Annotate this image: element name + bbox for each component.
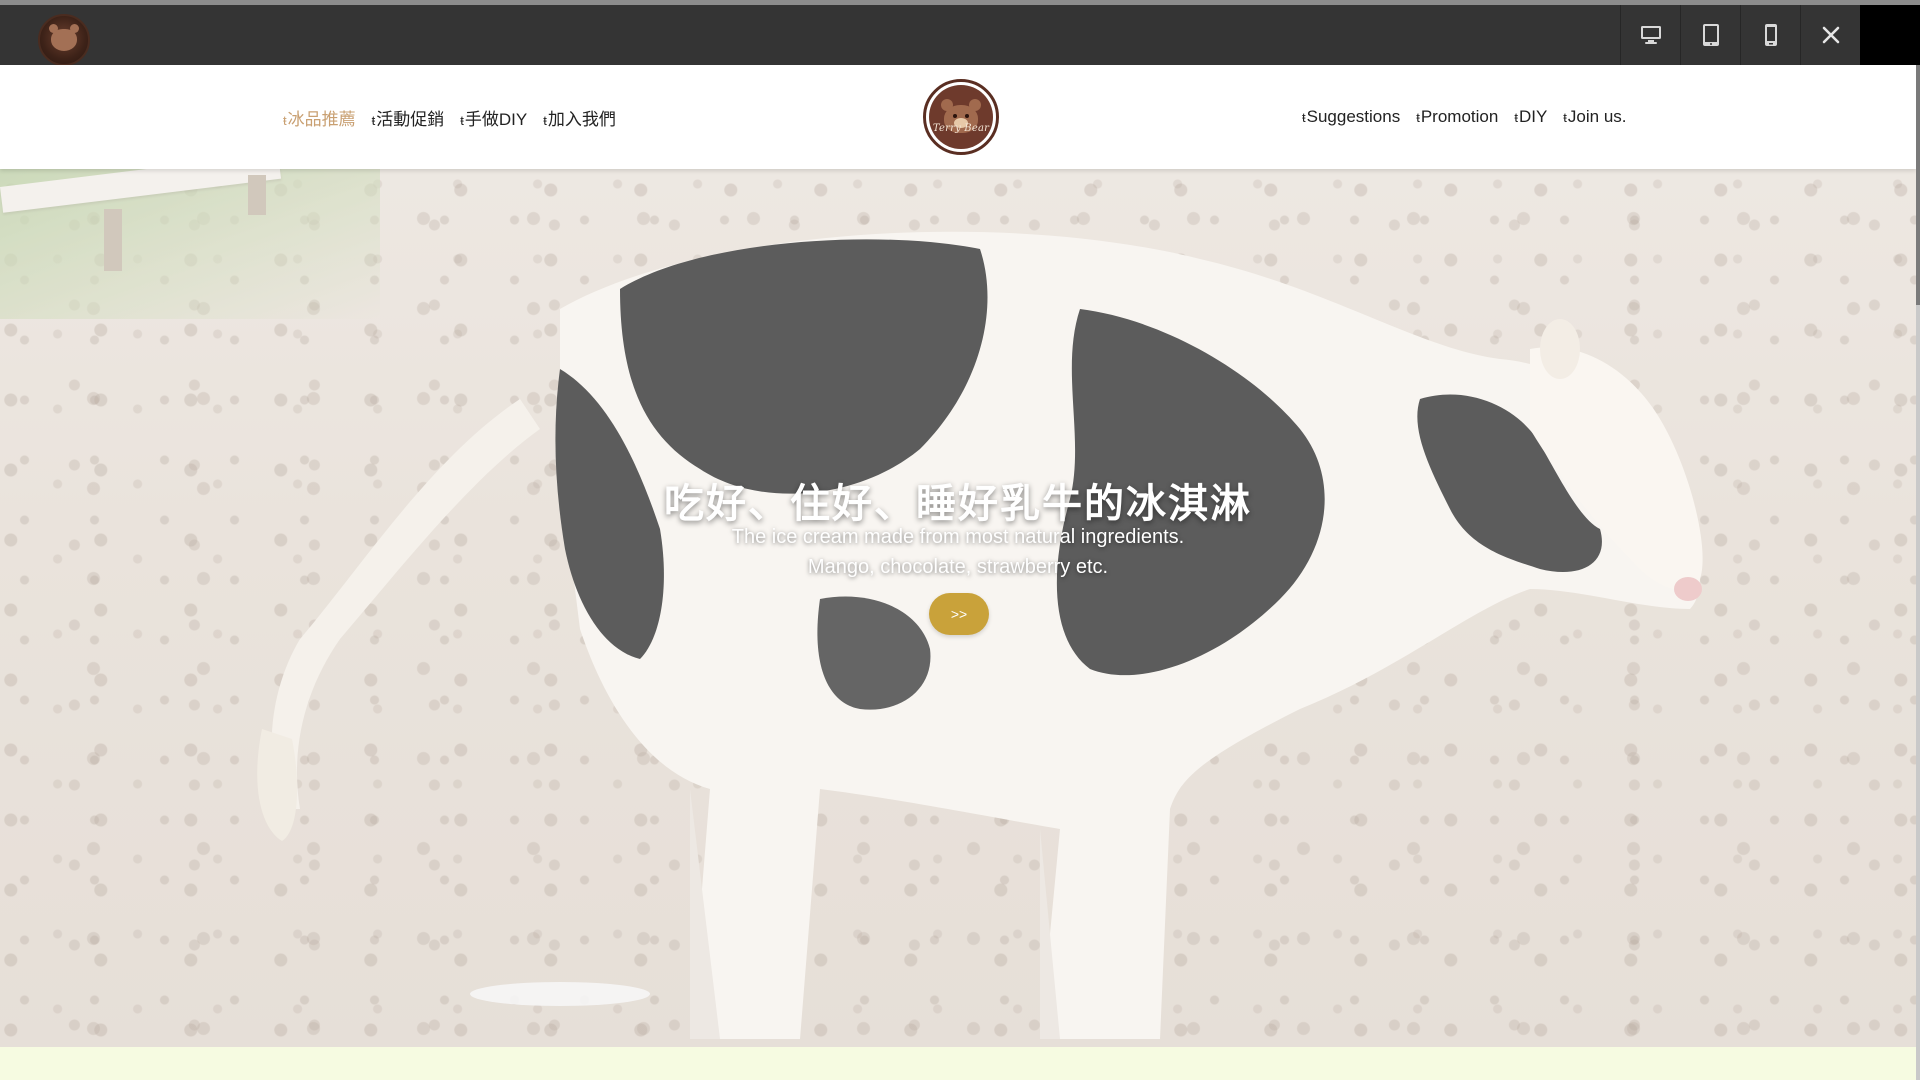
nav-link-promotion[interactable]: ŧPromotion — [1416, 107, 1498, 127]
nav-link-diy-zh[interactable]: ŧ手做DIY — [460, 105, 527, 130]
close-icon — [1822, 26, 1839, 44]
nav-link-suggestions[interactable]: ŧSuggestions — [1302, 107, 1400, 127]
mobile-view-button[interactable] — [1740, 5, 1800, 65]
page-scrollbar[interactable] — [1916, 65, 1920, 1080]
site-logo[interactable]: Terry Bear — [923, 79, 999, 155]
nav-link-join-zh[interactable]: ŧ加入我們 — [543, 105, 616, 130]
nav-link-join[interactable]: ŧJoin us. — [1563, 107, 1626, 127]
device-switcher — [1620, 5, 1860, 65]
next-section-band — [0, 1047, 1916, 1080]
nav-left: ŧ冰品推薦 ŧ活動促銷 ŧ手做DIY ŧ加入我們 — [283, 65, 616, 169]
terry-bear-logo-icon[interactable] — [38, 14, 90, 66]
phone-icon — [1764, 24, 1777, 46]
nav-link-promotion-zh[interactable]: ŧ活動促銷 — [372, 105, 445, 130]
toolbar-corner — [1860, 5, 1920, 65]
hero-title: 吃好、住好、睡好乳牛的冰淇淋 — [664, 480, 1252, 527]
hero-subtitle-line-1: The ice cream made from most natural ing… — [731, 526, 1185, 548]
nav-right: ŧSuggestions ŧPromotion ŧDIY ŧJoin us. — [1302, 65, 1627, 169]
preview-toolbar — [0, 5, 1920, 66]
logo-wordmark: Terry Bear — [932, 123, 990, 134]
bear-logo-icon: Terry Bear — [929, 85, 993, 149]
scrollbar-thumb[interactable] — [1916, 65, 1920, 305]
hero-banner: 吃好、住好、睡好乳牛的冰淇淋 The ice cream made from m… — [0, 169, 1916, 1047]
hero-subtitle-line-2: Mango, chocolate, strawberry etc. — [807, 556, 1109, 578]
site-preview: ŧ冰品推薦 ŧ活動促銷 ŧ手做DIY ŧ加入我們 Terry Bear ŧSug… — [0, 65, 1916, 1080]
site-header: ŧ冰品推薦 ŧ活動促銷 ŧ手做DIY ŧ加入我們 Terry Bear ŧSug… — [0, 65, 1916, 169]
nav-link-suggestions-zh[interactable]: ŧ冰品推薦 — [283, 105, 356, 130]
hero-next-button[interactable]: >> — [929, 593, 989, 635]
desktop-view-button[interactable] — [1620, 5, 1680, 65]
nav-link-diy[interactable]: ŧDIY — [1514, 107, 1547, 127]
tablet-icon — [1702, 24, 1719, 46]
monitor-icon — [1640, 26, 1661, 44]
tablet-view-button[interactable] — [1680, 5, 1740, 65]
close-button[interactable] — [1800, 5, 1860, 65]
